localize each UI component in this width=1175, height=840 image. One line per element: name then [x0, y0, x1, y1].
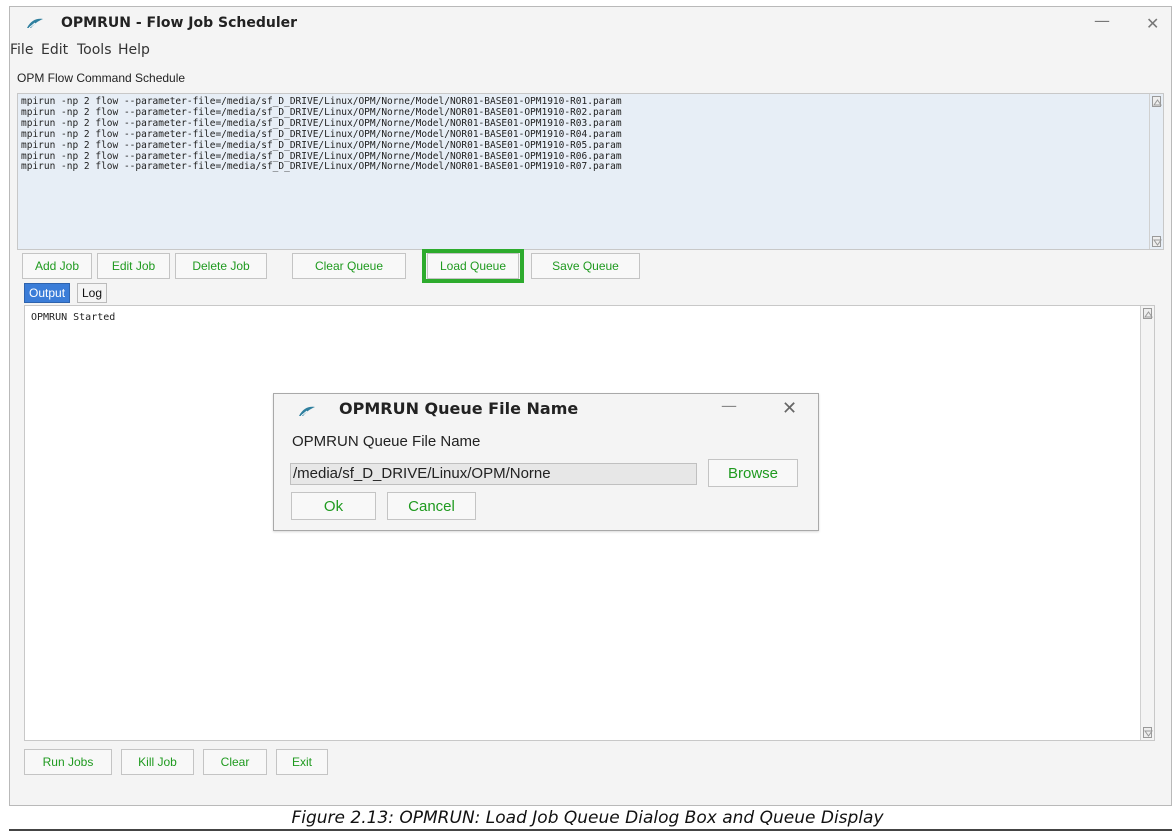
window-title: OPMRUN - Flow Job Scheduler [61, 15, 298, 31]
kill-job-button[interactable]: Kill Job [121, 749, 194, 775]
edit-job-button[interactable]: Edit Job [97, 253, 170, 279]
save-queue-button[interactable]: Save Queue [531, 253, 640, 279]
scroll-down-icon[interactable] [1152, 236, 1162, 247]
menu-tools[interactable]: Tools [77, 42, 112, 58]
exit-button[interactable]: Exit [276, 749, 328, 775]
add-job-button[interactable]: Add Job [22, 253, 92, 279]
command-scrollbar[interactable] [1149, 94, 1163, 249]
command-lines: mpirun -np 2 flow --parameter-file=/medi… [18, 96, 622, 173]
browse-button[interactable]: Browse [708, 459, 798, 487]
command-schedule-list[interactable]: mpirun -np 2 flow --parameter-file=/medi… [17, 93, 1164, 250]
output-text: OPMRUN Started [31, 312, 116, 323]
scroll-up-icon[interactable] [1143, 308, 1153, 319]
schedule-label: OPM Flow Command Schedule [17, 71, 186, 85]
dialog-title: OPMRUN Queue File Name [339, 399, 579, 418]
figure-caption: Figure 2.13: OPMRUN: Load Job Queue Dial… [291, 808, 884, 828]
cancel-button[interactable]: Cancel [387, 492, 476, 520]
minimize-icon[interactable]: — [1094, 11, 1110, 30]
minimize-icon[interactable]: — [721, 396, 737, 415]
command-row[interactable]: mpirun -np 2 flow --parameter-file=/medi… [18, 129, 622, 141]
menu-help[interactable]: Help [118, 42, 150, 58]
scroll-up-icon[interactable] [1152, 96, 1162, 107]
scroll-down-icon[interactable] [1143, 727, 1153, 738]
queue-file-path-input[interactable]: /media/sf_D_DRIVE/Linux/OPM/Norne [290, 463, 697, 485]
command-row[interactable]: mpirun -np 2 flow --parameter-file=/medi… [18, 140, 622, 152]
delete-job-button[interactable]: Delete Job [175, 253, 267, 279]
menu-file[interactable]: File [10, 42, 33, 58]
tab-log[interactable]: Log [77, 283, 108, 303]
dialog-label: OPMRUN Queue File Name [292, 433, 481, 450]
output-scrollbar[interactable] [1140, 306, 1154, 740]
ok-button[interactable]: Ok [291, 492, 376, 520]
clear-queue-button[interactable]: Clear Queue [292, 253, 406, 279]
load-queue-button[interactable]: Load Queue [427, 253, 519, 279]
tab-output[interactable]: Output [24, 283, 71, 303]
title-bar[interactable]: OPMRUN - Flow Job Scheduler — ✕ [10, 7, 1171, 39]
close-icon[interactable]: ✕ [1146, 14, 1159, 33]
clear-button[interactable]: Clear [203, 749, 267, 775]
opm-leaf-icon [27, 18, 43, 29]
caption-underline [9, 829, 1172, 831]
menu-bar: File Edit Tools Help [10, 40, 1171, 62]
opm-leaf-icon [299, 406, 315, 417]
close-icon[interactable]: ✕ [782, 398, 797, 419]
run-jobs-button[interactable]: Run Jobs [24, 749, 112, 775]
queue-file-dialog: OPMRUN Queue File Name — ✕ OPMRUN Queue … [273, 393, 819, 531]
menu-edit[interactable]: Edit [41, 42, 68, 58]
command-row[interactable]: mpirun -np 2 flow --parameter-file=/medi… [18, 162, 622, 173]
